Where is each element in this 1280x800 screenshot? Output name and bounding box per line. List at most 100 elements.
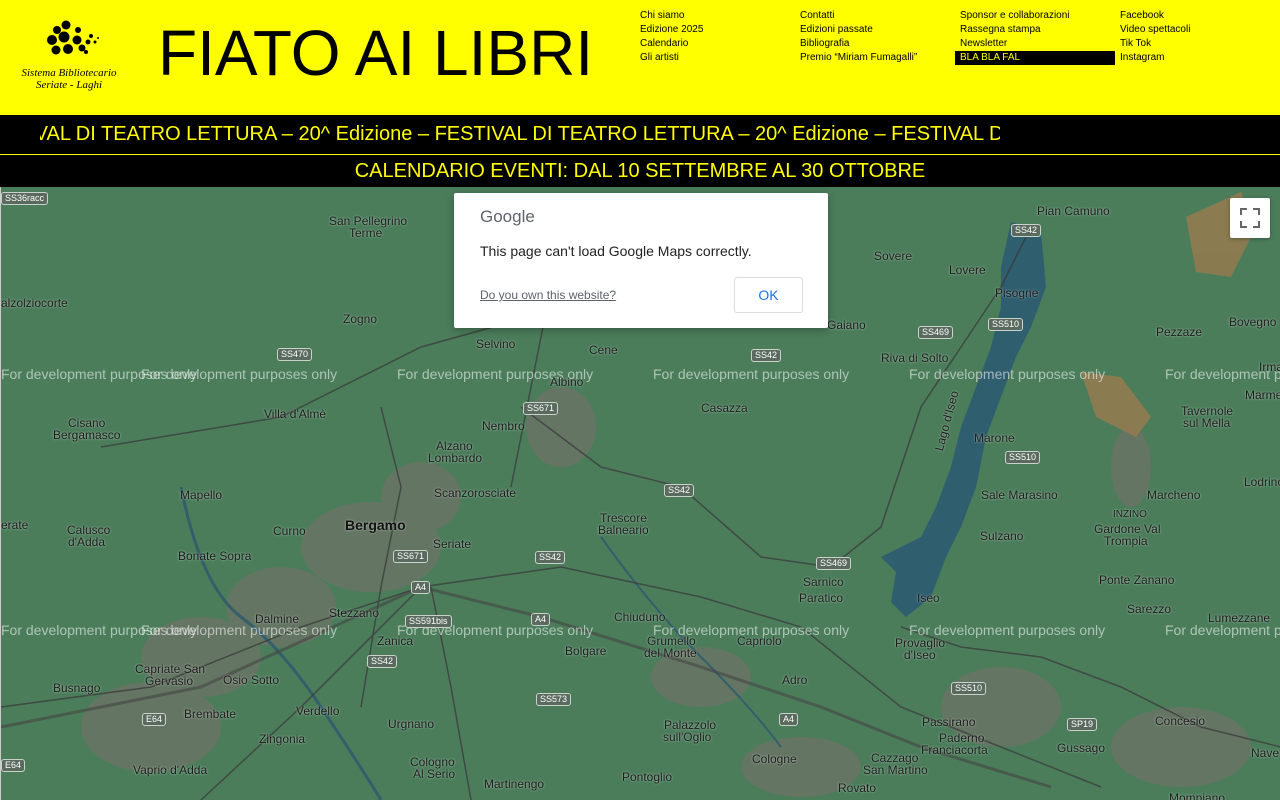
road-badge: A4: [411, 581, 431, 594]
place-label: Zingonia: [259, 732, 306, 746]
place-label: Selvino: [476, 337, 516, 351]
watermark: For development purposes only: [909, 366, 1106, 382]
place-label: INZINO: [1113, 509, 1147, 520]
place-label: erate: [1, 518, 29, 532]
place-label: Villa d'Almè: [264, 407, 327, 421]
road-badge: SS671: [393, 550, 429, 563]
menu-item-edizioni-passate[interactable]: Edizioni passate: [800, 23, 960, 37]
place-label: Lumezzane: [1208, 611, 1271, 625]
logo-mark-icon: [47, 20, 99, 55]
menu-item-bla-bla-fal[interactable]: BLA BLA FAL: [955, 51, 1115, 65]
menu-column-4: Facebook Video spettacoli Tik Tok Instag…: [1120, 9, 1280, 65]
place-label: Franciacorta: [921, 743, 988, 757]
menu-item-calendario[interactable]: Calendario: [640, 37, 800, 51]
place-label: Bolgare: [565, 644, 607, 658]
site-title[interactable]: FIATO AI LIBRI: [158, 18, 593, 88]
place-label: Sarnico: [803, 575, 844, 589]
menu-item-newsletter[interactable]: Newsletter: [960, 37, 1120, 51]
watermark: For development purposes only: [141, 366, 338, 382]
place-label: Albino: [550, 375, 584, 389]
place-label: Dalmine: [255, 612, 300, 626]
place-label: Trompia: [1104, 534, 1148, 548]
road-badge: SS510: [1005, 451, 1041, 464]
place-label: del Monte: [644, 646, 697, 660]
library-system-logo[interactable]: Sistema Bibliotecario Seriate - Laghi: [14, 20, 124, 94]
place-label: Zogno: [343, 312, 378, 326]
place-label: Osio Sotto: [223, 673, 280, 687]
place-label: Paratico: [799, 591, 844, 605]
place-label: Rovato: [838, 781, 877, 795]
place-label: Concesio: [1155, 714, 1206, 728]
festival-marquee: FESTIVAL DI TEATRO LETTURA – 20^ Edizion…: [0, 115, 1280, 154]
dialog-message: This page can't load Google Maps correct…: [480, 243, 752, 259]
logo-caption-line1: Sistema Bibliotecario: [21, 67, 117, 79]
marquee-text: FESTIVAL DI TEATRO LETTURA – 20^ Edizion…: [40, 123, 1000, 145]
road-badge: SS42: [1011, 224, 1042, 237]
place-label: Sarezzo: [1127, 602, 1172, 616]
place-label: Bergamasco: [53, 428, 121, 442]
road-badge: SS470: [277, 348, 313, 361]
road-badge: SS591bis: [405, 615, 452, 628]
own-website-link[interactable]: Do you own this website?: [480, 288, 616, 302]
road-badge: SS42: [751, 349, 782, 362]
place-label: Pisogne: [995, 286, 1039, 300]
menu-item-edizione-2025[interactable]: Edizione 2025: [640, 23, 800, 37]
place-label: Mapello: [180, 488, 223, 502]
place-label: d'Iseo: [904, 648, 936, 662]
ok-button[interactable]: OK: [734, 277, 803, 313]
place-label: Seriate: [433, 537, 472, 551]
place-label: Brembate: [184, 707, 237, 721]
menu-item-premio[interactable]: Premio “Miriam Fumagalli”: [800, 51, 960, 65]
place-label: Ponte Zanano: [1099, 573, 1175, 587]
place-label: Verdello: [296, 704, 340, 718]
place-label: Balneario: [598, 523, 649, 537]
menu-item-sponsor[interactable]: Sponsor e collaborazioni: [960, 9, 1120, 23]
menu-item-gli-artisti[interactable]: Gli artisti: [640, 51, 800, 65]
menu-item-chi-siamo[interactable]: Chi siamo: [640, 9, 800, 23]
watermark: For development purposes only: [653, 366, 850, 382]
logo-caption-line2: Seriate - Laghi: [36, 79, 102, 91]
road-badge: SP19: [1067, 718, 1098, 731]
road-badge: SS573: [536, 693, 572, 706]
place-label: Marme: [1245, 388, 1280, 402]
road-badge: E64: [142, 713, 167, 726]
place-label: Lombardo: [428, 451, 483, 465]
google-map[interactable]: For development purposes only For develo…: [0, 187, 1280, 800]
maps-error-dialog: Google This page can't load Google Maps …: [454, 193, 828, 328]
place-label: Chiuduno: [614, 610, 666, 624]
fullscreen-icon: [1240, 208, 1260, 228]
place-label: Stezzano: [329, 606, 380, 620]
fullscreen-button[interactable]: [1230, 198, 1270, 238]
place-label: Mompiano: [1169, 791, 1226, 800]
place-label: Gussago: [1057, 741, 1106, 755]
place-label: Sale Marasino: [981, 488, 1058, 502]
place-label: Cologne: [752, 752, 797, 766]
place-label: Curno: [273, 524, 306, 538]
place-label: Nave: [1251, 746, 1280, 760]
place-label: Adro: [782, 673, 808, 687]
site-header: Sistema Bibliotecario Seriate - Laghi FI…: [0, 0, 1280, 115]
place-label-city: Bergamo: [345, 517, 406, 533]
menu-item-bibliografia[interactable]: Bibliografia: [800, 37, 960, 51]
marquee-window: FESTIVAL DI TEATRO LETTURA – 20^ Edizion…: [40, 115, 1000, 154]
place-label: sul Mella: [1183, 416, 1231, 430]
menu-item-contatti[interactable]: Contatti: [800, 9, 960, 23]
menu-item-instagram[interactable]: Instagram: [1120, 51, 1280, 65]
road-badge: SS42: [535, 551, 566, 564]
place-label: Pontoglio: [622, 770, 673, 784]
place-label: Sulzano: [980, 529, 1024, 543]
menu-item-video-spettacoli[interactable]: Video spettacoli: [1120, 23, 1280, 37]
place-label: Sovere: [874, 249, 913, 263]
place-label: sull'Oglio: [663, 730, 712, 744]
place-label: Nembro: [482, 419, 525, 433]
road-badge: SS42: [664, 484, 695, 497]
place-label: San Martino: [863, 763, 928, 777]
place-label: Iseo: [917, 591, 940, 605]
menu-item-rassegna-stampa[interactable]: Rassegna stampa: [960, 23, 1120, 37]
menu-item-facebook[interactable]: Facebook: [1120, 9, 1280, 23]
place-label: Bovegno: [1229, 315, 1277, 329]
place-label: Urgnano: [388, 717, 435, 731]
menu-item-tiktok[interactable]: Tik Tok: [1120, 37, 1280, 51]
place-label: Busnago: [53, 681, 101, 695]
menu-column-3: Sponsor e collaborazioni Rassegna stampa…: [955, 9, 1120, 65]
